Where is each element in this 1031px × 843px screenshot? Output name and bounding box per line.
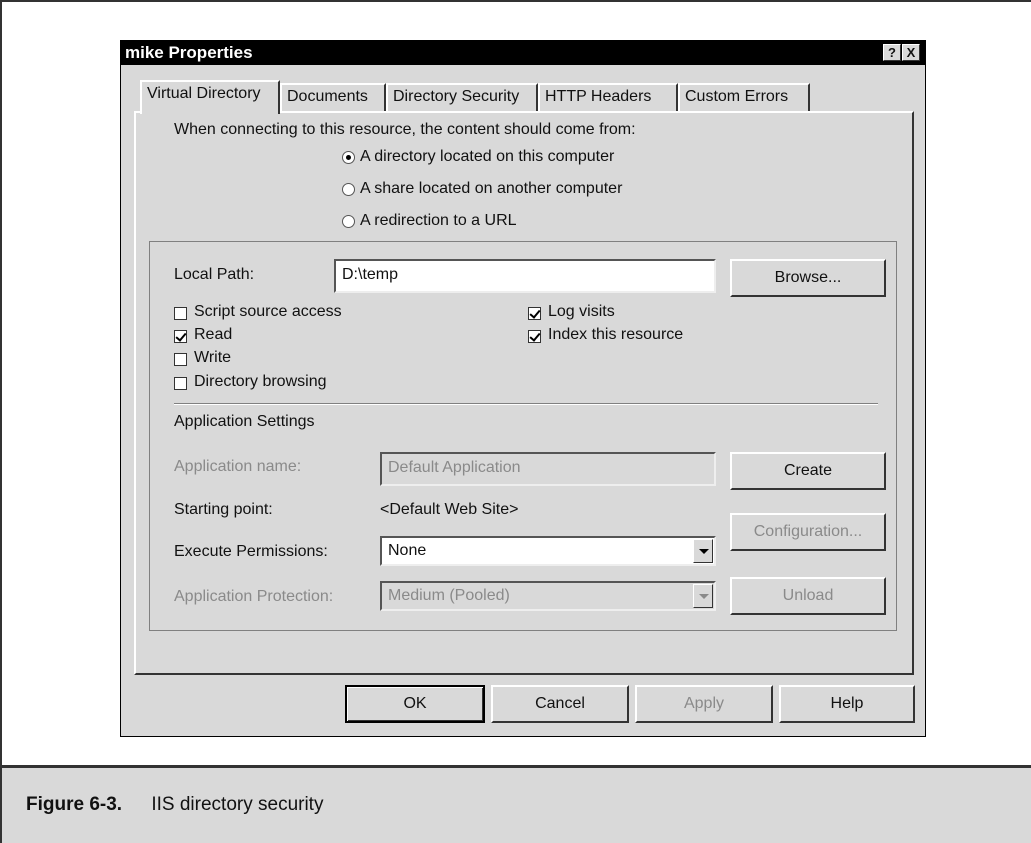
tab-panel: When connecting to this resource, the co…: [134, 111, 914, 675]
create-button[interactable]: Create: [730, 452, 886, 490]
chevron-down-icon[interactable]: [693, 584, 713, 608]
application-settings-heading: Application Settings: [174, 413, 315, 430]
checkbox-log-visits[interactable]: [528, 307, 541, 320]
browse-button[interactable]: Browse...: [730, 259, 886, 297]
help-button[interactable]: ?: [883, 44, 901, 61]
checkbox-index-resource-label[interactable]: Index this resource: [548, 326, 683, 344]
checkbox-read[interactable]: [174, 330, 187, 343]
settings-group: [149, 241, 897, 631]
help-footer-button[interactable]: Help: [779, 685, 915, 723]
application-protection-value: Medium (Pooled): [388, 587, 510, 604]
execute-permissions-label: Execute Permissions:: [174, 543, 328, 560]
local-path-label: Local Path:: [174, 266, 255, 283]
close-button[interactable]: X: [902, 44, 920, 61]
cancel-button[interactable]: Cancel: [491, 685, 629, 723]
checkbox-write-label[interactable]: Write: [194, 349, 231, 367]
checkbox-write[interactable]: [174, 353, 187, 366]
application-protection-select[interactable]: Medium (Pooled): [380, 581, 716, 611]
radio-url-redirect[interactable]: [342, 215, 355, 228]
tab-documents[interactable]: Documents: [280, 83, 386, 113]
radio-local-directory[interactable]: [342, 151, 355, 164]
local-path-input[interactable]: D:\temp: [334, 259, 716, 293]
radio-network-share-label[interactable]: A share located on another computer: [360, 180, 622, 198]
content-source-prompt: When connecting to this resource, the co…: [174, 121, 636, 138]
execute-permissions-value: None: [388, 542, 427, 559]
application-name-label: Application name:: [174, 458, 302, 475]
checkbox-log-visits-label[interactable]: Log visits: [548, 303, 615, 321]
apply-button[interactable]: Apply: [635, 685, 773, 723]
unload-button[interactable]: Unload: [730, 577, 886, 615]
application-name-input[interactable]: Default Application: [380, 452, 716, 486]
starting-point-value: <Default Web Site>: [380, 501, 519, 518]
figure-caption: Figure 6-3. IIS directory security: [26, 794, 323, 816]
chevron-down-icon[interactable]: [693, 539, 713, 563]
radio-local-directory-label[interactable]: A directory located on this computer: [360, 148, 614, 166]
checkbox-script-source[interactable]: [174, 307, 187, 320]
configuration-button[interactable]: Configuration...: [730, 513, 886, 551]
dialog-title: mike Properties: [125, 43, 253, 62]
title-bar: mike Properties ? X: [121, 41, 925, 65]
checkbox-index-resource[interactable]: [528, 330, 541, 343]
checkbox-directory-browsing[interactable]: [174, 377, 187, 390]
separator: [174, 403, 878, 405]
radio-url-redirect-label[interactable]: A redirection to a URL: [360, 212, 517, 230]
ok-button[interactable]: OK: [345, 685, 485, 723]
figure-number: Figure 6-3.: [26, 794, 123, 815]
starting-point-label: Starting point:: [174, 501, 273, 518]
tab-directory-security[interactable]: Directory Security: [386, 83, 538, 113]
checkbox-script-source-label[interactable]: Script source access: [194, 303, 342, 321]
checkbox-read-label[interactable]: Read: [194, 326, 232, 344]
execute-permissions-select[interactable]: None: [380, 536, 716, 566]
application-protection-label: Application Protection:: [174, 588, 334, 605]
checkbox-directory-browsing-label[interactable]: Directory browsing: [194, 373, 326, 391]
tab-custom-errors[interactable]: Custom Errors: [678, 83, 810, 113]
properties-dialog: mike Properties ? X Virtual Directory Do…: [120, 40, 926, 737]
caption-band: Figure 6-3. IIS directory security: [0, 765, 1031, 843]
tab-virtual-directory[interactable]: Virtual Directory: [140, 80, 280, 114]
figure-caption-text: IIS directory security: [151, 794, 324, 815]
radio-network-share[interactable]: [342, 183, 355, 196]
tab-http-headers[interactable]: HTTP Headers: [538, 83, 678, 113]
